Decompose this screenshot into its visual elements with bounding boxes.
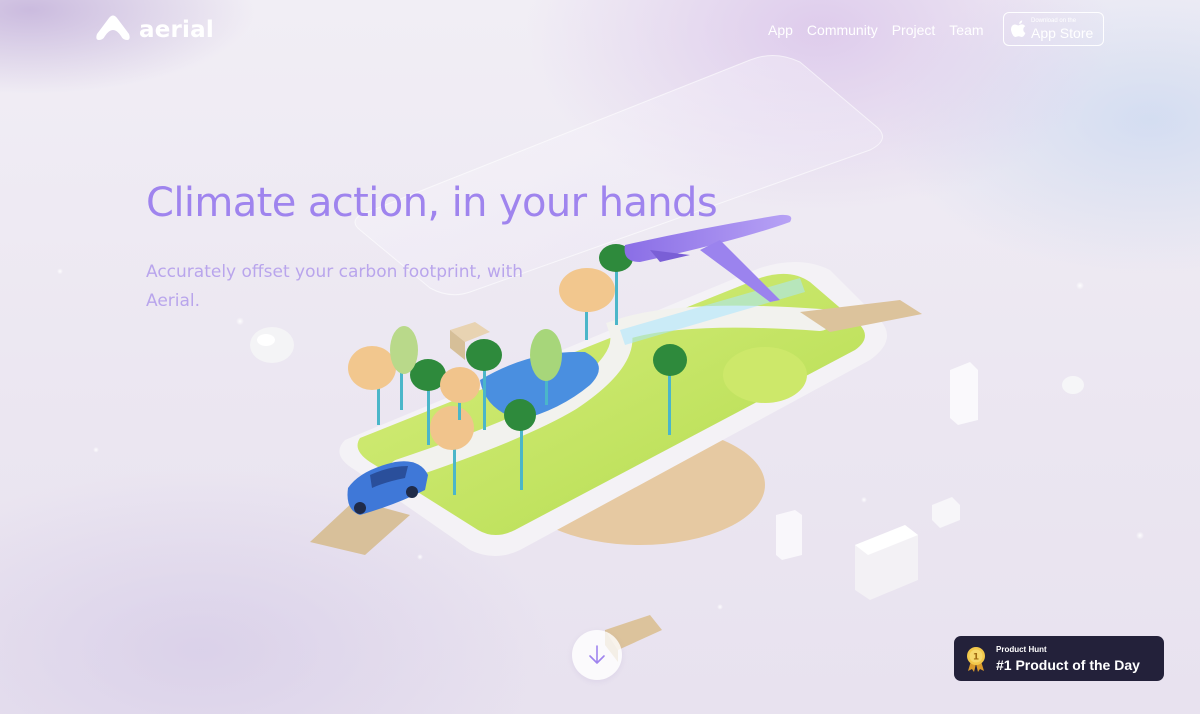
brand-logo[interactable]: aerial [95, 14, 214, 46]
app-store-small-label: Download on the [1031, 18, 1077, 24]
site-header: aerial App Community Project Team Downlo… [0, 0, 1200, 62]
hero-title: Climate action, in your hands [146, 180, 718, 226]
background-specks [0, 0, 1200, 714]
scroll-down-button[interactable] [572, 630, 622, 680]
apple-icon [1011, 20, 1026, 37]
product-hunt-title: #1 Product of the Day [996, 656, 1140, 673]
nav-item-app[interactable]: App [768, 22, 793, 38]
nav-item-team[interactable]: Team [949, 22, 983, 38]
product-hunt-badge[interactable]: 1 Product Hunt #1 Product of the Day [954, 636, 1164, 681]
medal-icon: 1 [967, 646, 985, 672]
medal-rank: 1 [973, 652, 979, 662]
nav-item-project[interactable]: Project [892, 22, 936, 38]
app-store-label: App Store [1031, 25, 1094, 41]
aerial-logo-icon [96, 15, 130, 40]
app-store-button[interactable]: Download on the App Store [1003, 12, 1104, 46]
brand-name: aerial [139, 17, 214, 43]
arrow-down-icon [589, 645, 605, 664]
nav-item-community[interactable]: Community [807, 22, 878, 38]
hero-subtitle: Accurately offset your carbon footprint,… [146, 262, 524, 311]
main-nav: App Community Project Team [768, 22, 984, 38]
product-hunt-label: Product Hunt [996, 644, 1047, 654]
